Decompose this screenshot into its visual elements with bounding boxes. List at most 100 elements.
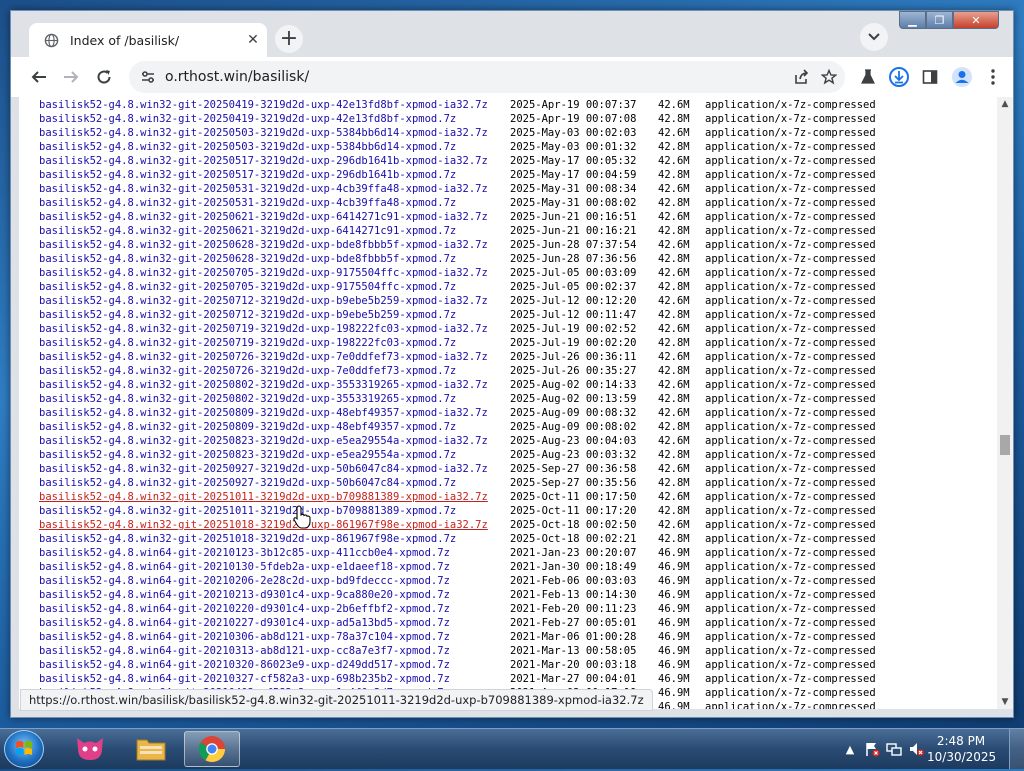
clock[interactable]: 2:48 PM 10/30/2025 — [927, 733, 996, 765]
file-link[interactable]: basilisk52-g4.8.win32-git-20251018-3219d… — [39, 518, 510, 532]
file-size: 42.8M — [658, 337, 690, 349]
side-panel-icon[interactable] — [916, 63, 944, 91]
start-button[interactable] — [4, 730, 44, 768]
file-link[interactable]: basilisk52-g4.8.win32-git-20250705-3219d… — [39, 280, 510, 294]
file-type: application/x-7z-compressed — [705, 449, 876, 461]
file-type: application/x-7z-compressed — [705, 281, 876, 293]
file-link[interactable]: basilisk52-g4.8.win64-git-20210320-86023… — [39, 658, 510, 672]
show-hidden-icons-icon[interactable]: ▲ — [839, 738, 861, 760]
globe-icon — [43, 32, 59, 48]
file-size: 42.8M — [658, 477, 690, 489]
show-desktop-button[interactable] — [1009, 729, 1024, 769]
file-date: 2021-Mar-20 00:03:18 — [510, 659, 637, 671]
file-date: 2021-Feb-27 00:05:01 — [510, 617, 637, 629]
file-link[interactable]: basilisk52-g4.8.win32-git-20250628-3219d… — [39, 252, 510, 266]
scroll-up-icon[interactable]: ▲ — [997, 97, 1013, 111]
close-icon[interactable]: ✕ — [241, 32, 265, 48]
file-link[interactable]: basilisk52-g4.8.win64-git-20210220-d9301… — [39, 602, 510, 616]
file-link[interactable]: basilisk52-g4.8.win32-git-20250503-3219d… — [39, 126, 510, 140]
file-link[interactable]: basilisk52-g4.8.win32-git-20250802-3219d… — [39, 392, 510, 406]
share-icon[interactable] — [789, 69, 813, 85]
file-link[interactable]: basilisk52-g4.8.win32-git-20250927-3219d… — [39, 476, 510, 490]
file-link[interactable]: basilisk52-g4.8.win32-git-20250705-3219d… — [39, 266, 510, 280]
back-arrow-icon[interactable] — [25, 63, 53, 91]
profile-icon[interactable] — [948, 63, 976, 91]
file-link[interactable]: basilisk52-g4.8.win32-git-20250628-3219d… — [39, 238, 510, 252]
file-link[interactable]: basilisk52-g4.8.win32-git-20250531-3219d… — [39, 196, 510, 210]
forward-arrow-icon[interactable] — [57, 63, 85, 91]
file-link[interactable]: basilisk52-g4.8.win32-git-20250823-3219d… — [39, 448, 510, 462]
kebab-menu-icon[interactable] — [979, 63, 1007, 91]
file-link[interactable]: basilisk52-g4.8.win32-git-20250712-3219d… — [39, 308, 510, 322]
file-link[interactable]: basilisk52-g4.8.win64-git-20210130-5fdeb… — [39, 560, 510, 574]
file-type: application/x-7z-compressed — [705, 295, 876, 307]
file-link[interactable]: basilisk52-g4.8.win64-git-20210306-ab8d1… — [39, 630, 510, 644]
file-link[interactable]: basilisk52-g4.8.win32-git-20250719-3219d… — [39, 336, 510, 350]
table-row: basilisk52-g4.8.win32-git-20251018-3219d… — [39, 518, 876, 532]
tune-icon[interactable] — [141, 70, 157, 84]
flask-icon[interactable] — [854, 63, 882, 91]
file-link[interactable]: basilisk52-g4.8.win32-git-20250621-3219d… — [39, 210, 510, 224]
file-link[interactable]: basilisk52-g4.8.win32-git-20250419-3219d… — [39, 98, 510, 112]
basilisk-app-icon[interactable] — [62, 731, 118, 767]
file-link[interactable]: basilisk52-g4.8.win32-git-20250621-3219d… — [39, 224, 510, 238]
file-link[interactable]: basilisk52-g4.8.win32-git-20250419-3219d… — [39, 112, 510, 126]
file-link[interactable]: basilisk52-g4.8.win32-git-20250809-3219d… — [39, 420, 510, 434]
file-size: 42.8M — [658, 505, 690, 517]
file-link[interactable]: basilisk52-g4.8.win32-git-20250517-3219d… — [39, 168, 510, 182]
file-link[interactable]: basilisk52-g4.8.win32-git-20251011-3219d… — [39, 490, 510, 504]
address-bar[interactable]: o.rthost.win/basilisk/ — [129, 61, 845, 93]
file-link[interactable]: basilisk52-g4.8.win32-git-20250726-3219d… — [39, 350, 510, 364]
file-date: 2025-Oct-18 00:02:21 — [510, 533, 637, 545]
file-link[interactable]: basilisk52-g4.8.win64-git-20210327-cf582… — [39, 672, 510, 686]
file-link[interactable]: basilisk52-g4.8.win32-git-20250726-3219d… — [39, 364, 510, 378]
file-link[interactable]: basilisk52-g4.8.win64-git-20210227-d9301… — [39, 616, 510, 630]
volume-muted-icon[interactable] — [905, 738, 927, 760]
chevron-down-icon[interactable] — [860, 23, 888, 51]
file-link[interactable]: basilisk52-g4.8.win32-git-20250517-3219d… — [39, 154, 510, 168]
file-type: application/x-7z-compressed — [705, 225, 876, 237]
file-size: 42.8M — [658, 253, 690, 265]
file-link[interactable]: basilisk52-g4.8.win64-git-20210213-d9301… — [39, 588, 510, 602]
file-size: 42.6M — [658, 183, 690, 195]
file-link[interactable]: basilisk52-g4.8.win32-git-20250809-3219d… — [39, 406, 510, 420]
close-window-button[interactable]: ✕ — [953, 11, 999, 29]
scrollbar-thumb[interactable] — [1000, 435, 1010, 455]
file-date: 2025-Jun-21 00:16:51 — [510, 211, 637, 223]
file-link[interactable]: basilisk52-g4.8.win32-git-20250802-3219d… — [39, 378, 510, 392]
file-link[interactable]: basilisk52-g4.8.win64-git-20210123-3b12c… — [39, 546, 510, 560]
file-link[interactable]: basilisk52-g4.8.win32-git-20250823-3219d… — [39, 434, 510, 448]
file-link[interactable]: basilisk52-g4.8.win64-git-20210313-ab8d1… — [39, 644, 510, 658]
star-icon[interactable] — [817, 69, 841, 85]
download-icon[interactable] — [885, 63, 913, 91]
tab-index-basilisk[interactable]: Index of /basilisk/ ✕ — [29, 23, 267, 57]
action-center-flag-icon[interactable] — [861, 738, 883, 760]
scroll-down-icon[interactable]: ▼ — [997, 695, 1013, 709]
url-text[interactable]: o.rthost.win/basilisk/ — [165, 69, 789, 85]
file-link[interactable]: basilisk52-g4.8.win64-git-20210206-2e28c… — [39, 574, 510, 588]
network-icon[interactable] — [883, 738, 905, 760]
file-link[interactable]: basilisk52-g4.8.win32-git-20250531-3219d… — [39, 182, 510, 196]
file-link[interactable]: basilisk52-g4.8.win32-git-20251011-3219d… — [39, 504, 510, 518]
file-size: 42.6M — [658, 407, 690, 419]
file-size: 46.9M — [658, 701, 690, 709]
clock-time: 2:48 PM — [936, 734, 986, 748]
file-date: 2021-Feb-06 00:03:03 — [510, 575, 637, 587]
file-link[interactable]: basilisk52-g4.8.win32-git-20250719-3219d… — [39, 322, 510, 336]
maximize-button[interactable]: ❐ — [926, 11, 953, 29]
file-link[interactable]: basilisk52-g4.8.win32-git-20250503-3219d… — [39, 140, 510, 154]
file-date: 2025-Oct-11 00:17:20 — [510, 505, 637, 517]
file-type: application/x-7z-compressed — [705, 211, 876, 223]
file-link[interactable]: basilisk52-g4.8.win32-git-20250712-3219d… — [39, 294, 510, 308]
file-link[interactable]: basilisk52-g4.8.win32-git-20250927-3219d… — [39, 462, 510, 476]
reload-icon[interactable] — [90, 63, 118, 91]
table-row: basilisk52-g4.8.win32-git-20250719-3219d… — [39, 336, 876, 350]
file-link[interactable]: basilisk52-g4.8.win32-git-20251018-3219d… — [39, 532, 510, 546]
file-date: 2021-Jan-23 00:20:07 — [510, 547, 637, 559]
vertical-scrollbar[interactable]: ▲ ▼ — [997, 97, 1013, 709]
minimize-button[interactable]: ▁ — [899, 11, 926, 29]
file-explorer-icon[interactable] — [123, 731, 179, 767]
plus-icon[interactable]: + — [275, 25, 303, 53]
chrome-icon[interactable] — [184, 731, 240, 767]
file-type: application/x-7z-compressed — [705, 617, 876, 629]
